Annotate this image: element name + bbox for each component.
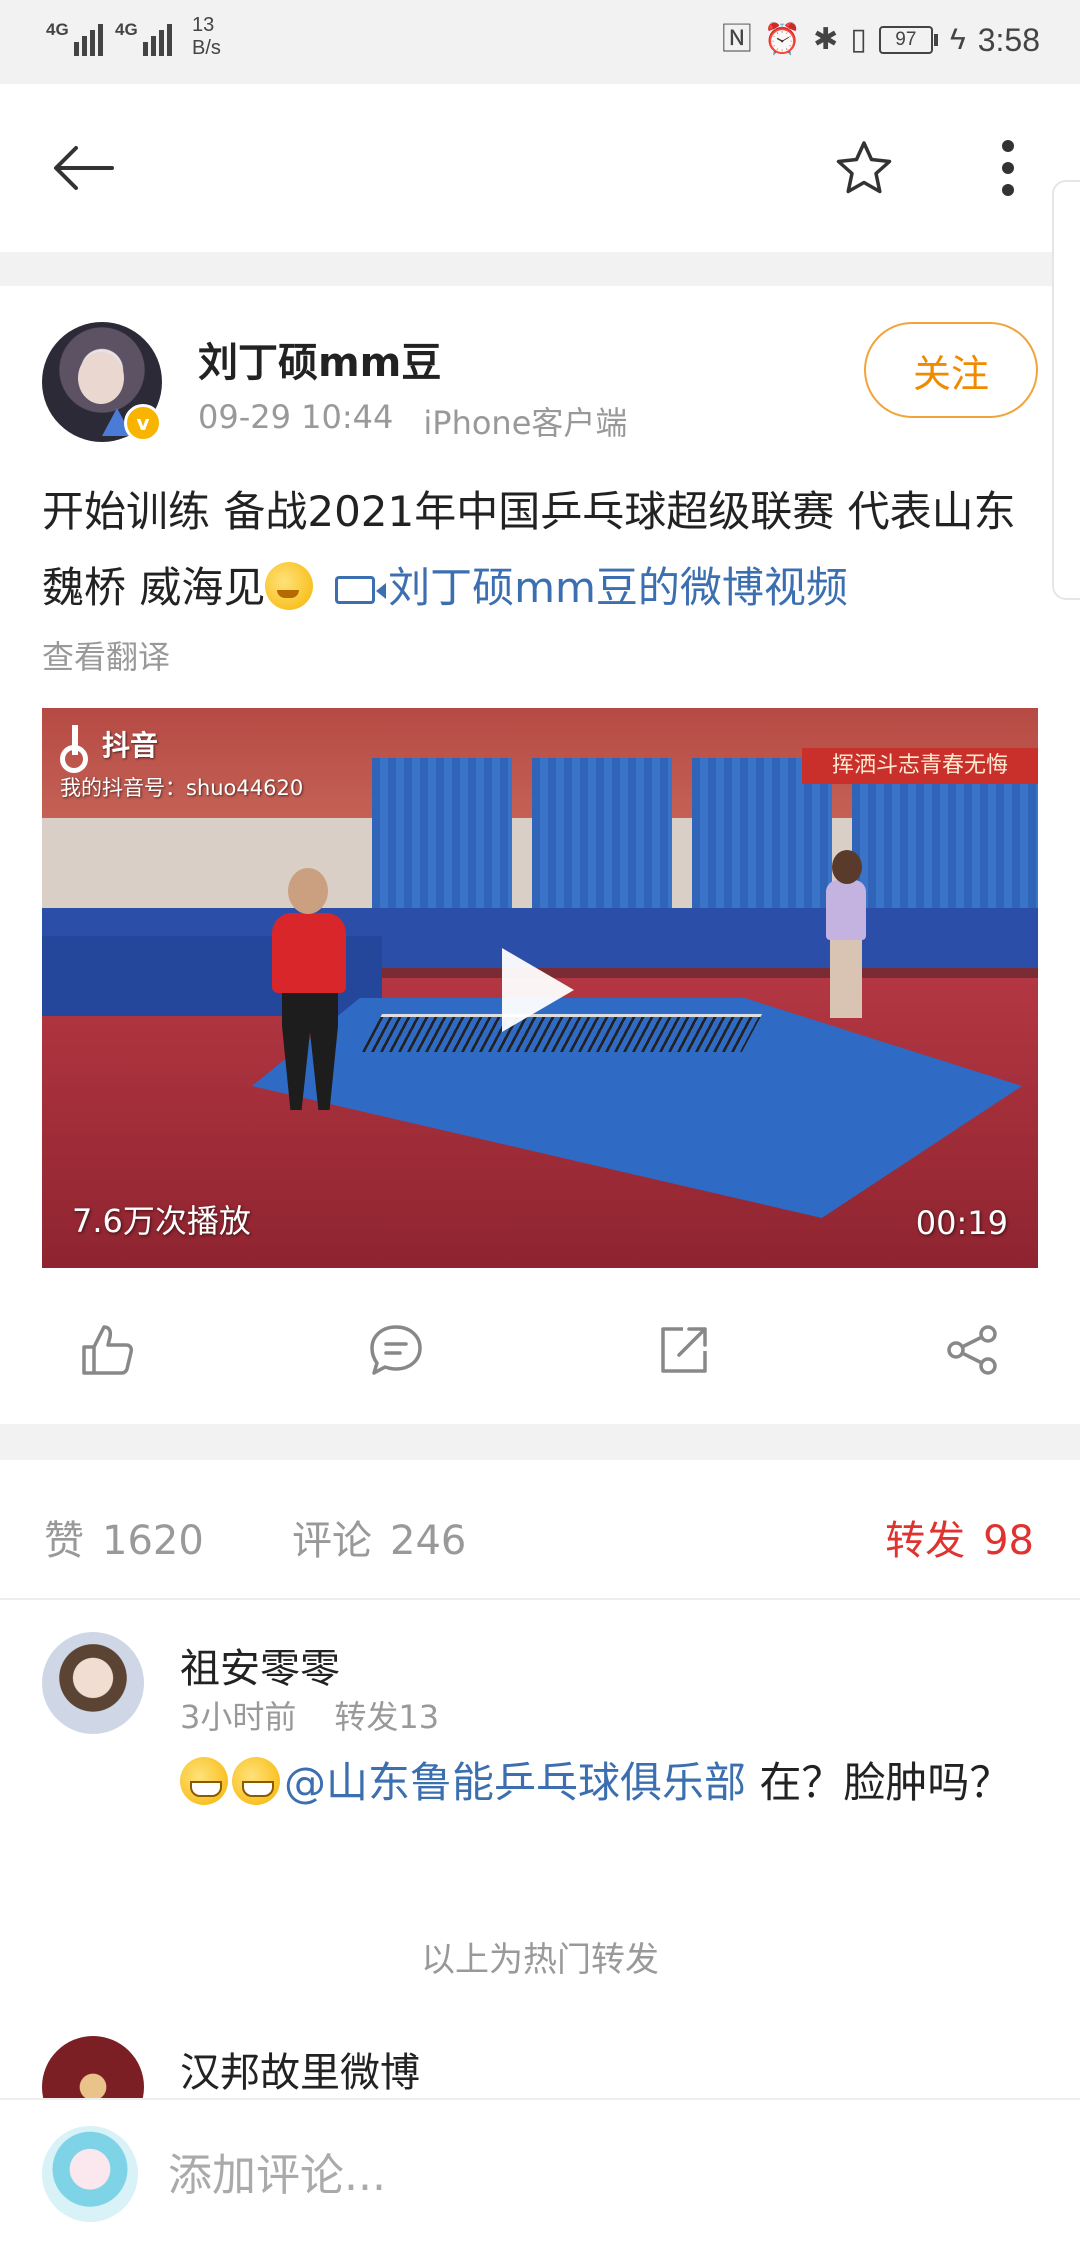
thinking-emoji-icon	[265, 562, 314, 610]
video-player-purple	[826, 880, 866, 940]
section-divider-2	[0, 1424, 1080, 1460]
clock: 3:58	[977, 21, 1040, 58]
network-speed: 13 B/s	[192, 14, 221, 60]
repost-author[interactable]: 祖安零零	[180, 1636, 340, 1694]
status-right: 🄽 ⏰ ✱ ▯ 97 ϟ 3:58	[722, 20, 1040, 60]
comments-count: 246	[390, 1518, 467, 1564]
post-date: 09-29 10:44	[198, 398, 394, 436]
reposts-label: 转发	[885, 1518, 966, 1564]
grin-emoji-icon	[180, 1757, 228, 1805]
repost-meta: 3小时前 转发13	[180, 1692, 439, 1738]
vibrate-icon: ▯	[850, 23, 867, 56]
more-button[interactable]	[968, 128, 1048, 208]
battery-icon: 97	[878, 26, 938, 54]
side-tab[interactable]	[1052, 180, 1080, 600]
video-link[interactable]: 刘丁硕mm豆的微博视频	[388, 563, 848, 612]
tiktok-brand: 抖音	[102, 729, 159, 762]
comments-tab[interactable]: 评论 246	[292, 1508, 466, 1566]
nfc-icon: 🄽	[721, 23, 752, 56]
video-views: 7.6万次播放	[72, 1202, 251, 1240]
network-type-1: 4G	[46, 20, 69, 39]
charging-icon: ϟ	[949, 23, 966, 56]
play-icon[interactable]	[502, 948, 574, 1032]
grin-emoji-icon	[232, 1757, 280, 1805]
bluetooth-icon: ✱	[813, 23, 839, 56]
like-button[interactable]	[78, 1320, 138, 1380]
follow-button[interactable]: 关注	[864, 322, 1038, 418]
repost-body: 在？脸肿吗？	[746, 1758, 1012, 1807]
thumbs-up-icon	[82, 1325, 133, 1375]
star-icon	[836, 141, 892, 194]
repost-author-2[interactable]: 汉邦故里微博	[180, 2040, 420, 2098]
comment-button[interactable]	[366, 1320, 426, 1380]
comment-input[interactable]	[168, 2140, 1028, 2210]
share-icon	[947, 1325, 997, 1375]
more-vertical-icon	[1002, 140, 1014, 196]
post-meta: 09-29 10:44 iPhone客户端	[198, 398, 627, 444]
video-duration: 00:19	[915, 1204, 1008, 1242]
comment-bar	[0, 2098, 1080, 2244]
my-avatar[interactable]	[42, 2126, 138, 2222]
stats-bar: 赞 1620 评论 246 转发 98	[0, 1460, 1080, 1600]
status-left: 4G 4G 13 B/s	[44, 14, 221, 60]
video-banner: 挥洒斗志青春无悔	[802, 748, 1038, 784]
verified-badge-icon: v	[124, 404, 162, 442]
action-bar	[0, 1300, 1080, 1400]
repost-text: @山东鲁能乒乓球俱乐部 在？脸肿吗？	[180, 1748, 1040, 1818]
signal-icon: 4G	[44, 14, 103, 56]
likes-count: 1620	[102, 1518, 204, 1564]
video-player[interactable]: 挥洒斗志青春无悔 抖音 我的抖音号：shuo44620 7.6万次播放 00:1…	[42, 708, 1038, 1268]
signal-icon-2: 4G	[113, 14, 172, 56]
share-button[interactable]	[942, 1320, 1002, 1380]
repost-count[interactable]: 转发13	[334, 1692, 439, 1738]
alarm-icon: ⏰	[763, 23, 802, 56]
mention-link[interactable]: @山东鲁能乒乓球俱乐部	[284, 1758, 746, 1807]
status-bar: 4G 4G 13 B/s 🄽 ⏰ ✱ ▯ 97 ϟ 3:58	[0, 0, 1080, 84]
comment-icon	[370, 1325, 422, 1375]
favorite-button[interactable]	[824, 128, 904, 208]
back-button[interactable]	[44, 128, 124, 208]
likes-label: 赞	[44, 1518, 84, 1564]
tiktok-logo-icon	[60, 725, 94, 773]
network-speed-unit: B/s	[192, 37, 221, 59]
video-link-icon	[334, 576, 386, 604]
reposts-count: 98	[983, 1518, 1034, 1564]
video-player-red	[272, 913, 346, 993]
battery-level: 97	[878, 26, 933, 54]
top-nav	[0, 84, 1080, 252]
reposts-tab[interactable]: 转发 98	[885, 1508, 1034, 1566]
tiktok-watermark: 抖音	[60, 724, 159, 773]
post-source: iPhone客户端	[423, 404, 628, 442]
author-name[interactable]: 刘丁硕mm豆	[198, 330, 441, 388]
repost-time: 3小时前	[180, 1698, 297, 1736]
translate-link[interactable]: 查看翻译	[42, 632, 170, 678]
repost-button[interactable]	[654, 1320, 714, 1380]
back-arrow-icon	[54, 146, 114, 190]
section-divider	[0, 252, 1080, 286]
network-speed-value: 13	[192, 14, 215, 36]
hot-reposts-note: 以上为热门转发	[421, 1940, 659, 1980]
tiktok-id: 我的抖音号：shuo44620	[60, 776, 304, 800]
likes-tab[interactable]: 赞 1620	[44, 1508, 204, 1566]
repost-avatar[interactable]	[42, 1632, 144, 1734]
comments-label: 评论	[292, 1518, 372, 1564]
network-type-2: 4G	[115, 20, 138, 39]
post-text: 开始训练 备战2021年中国乒乓球超级联赛 代表山东魏桥 威海见 刘丁硕mm豆的…	[42, 474, 1042, 626]
repost-icon	[661, 1327, 707, 1373]
